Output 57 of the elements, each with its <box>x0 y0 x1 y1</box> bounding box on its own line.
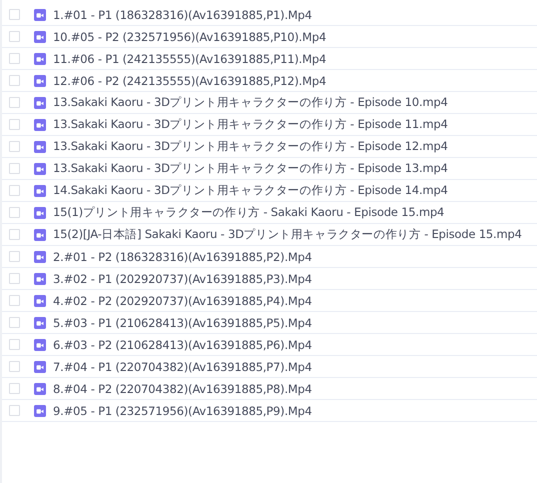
video-file-icon <box>34 404 46 416</box>
checkbox[interactable] <box>9 273 20 284</box>
file-name[interactable]: 13.Sakaki Kaoru - 3Dプリント用キャラクターの作り方 - Episode 10.mp4 <box>53 95 448 110</box>
file-name[interactable]: 11.#06 - P1 (242135555)(Av16391885,P11).Mp4 <box>53 52 326 66</box>
checkbox[interactable] <box>9 361 20 372</box>
video-file-icon <box>34 96 46 108</box>
checkbox[interactable] <box>9 207 20 218</box>
video-file-icon <box>34 118 46 130</box>
video-file-icon <box>34 30 46 42</box>
checkbox[interactable] <box>9 119 20 130</box>
file-name[interactable]: 4.#02 - P2 (202920737)(Av16391885,P4).Mp4 <box>53 294 312 308</box>
file-name[interactable]: 13.Sakaki Kaoru - 3Dプリント用キャラクターの作り方 - Episode 12.mp4 <box>53 139 448 154</box>
video-file-icon <box>34 316 46 328</box>
video-file-icon <box>34 360 46 372</box>
video-file-icon <box>34 228 46 240</box>
video-file-icon <box>34 8 46 20</box>
video-file-icon <box>34 206 46 218</box>
file-name[interactable]: 15(2)[JA-日本語] Sakaki Kaoru - 3Dプリント用キャラクターの作り方 - Episode 15.mp4 <box>53 227 522 242</box>
file-name[interactable]: 9.#05 - P1 (232571956)(Av16391885,P9).Mp4 <box>53 404 312 418</box>
video-file-icon <box>34 74 46 86</box>
checkbox[interactable] <box>9 53 20 64</box>
checkbox[interactable] <box>9 163 20 174</box>
checkbox[interactable] <box>9 97 20 108</box>
checkbox[interactable] <box>9 31 20 42</box>
video-file-icon <box>34 272 46 284</box>
file-name[interactable]: 8.#04 - P2 (220704382)(Av16391885,P8).Mp4 <box>53 382 312 396</box>
file-name[interactable]: 3.#02 - P1 (202920737)(Av16391885,P3).Mp4 <box>53 272 312 286</box>
checkbox[interactable] <box>9 405 20 416</box>
file-name[interactable]: 7.#04 - P1 (220704382)(Av16391885,P7).Mp4 <box>53 360 312 374</box>
checkbox[interactable] <box>9 229 20 240</box>
checkbox[interactable] <box>9 295 20 306</box>
checkbox[interactable] <box>9 185 20 196</box>
video-file-icon <box>34 294 46 306</box>
file-name[interactable]: 15(1)プリント用キャラクターの作り方 - Sakaki Kaoru - Episode 15.mp4 <box>53 205 444 220</box>
checkbox[interactable] <box>9 75 20 86</box>
file-name[interactable]: 6.#03 - P2 (210628413)(Av16391885,P6).Mp4 <box>53 338 312 352</box>
file-name[interactable]: 5.#03 - P1 (210628413)(Av16391885,P5).Mp4 <box>53 316 312 330</box>
checkbox[interactable] <box>9 9 20 20</box>
video-file-icon <box>34 140 46 152</box>
checkbox[interactable] <box>9 141 20 152</box>
checkbox[interactable] <box>9 317 20 328</box>
file-name[interactable]: 13.Sakaki Kaoru - 3Dプリント用キャラクターの作り方 - Episode 13.mp4 <box>53 161 448 176</box>
checkbox[interactable] <box>9 383 20 394</box>
file-name[interactable]: 13.Sakaki Kaoru - 3Dプリント用キャラクターの作り方 - Episode 11.mp4 <box>53 117 448 132</box>
video-file-icon <box>34 162 46 174</box>
video-file-icon <box>34 52 46 64</box>
file-name[interactable]: 2.#01 - P2 (186328316)(Av16391885,P2).Mp4 <box>53 250 312 264</box>
video-file-icon <box>34 184 46 196</box>
file-name[interactable]: 1.#01 - P1 (186328316)(Av16391885,P1).Mp4 <box>53 8 312 22</box>
checkbox[interactable] <box>9 339 20 350</box>
file-name[interactable]: 12.#06 - P2 (242135555)(Av16391885,P12).Mp4 <box>53 74 326 88</box>
file-name[interactable]: 10.#05 - P2 (232571956)(Av16391885,P10).Mp4 <box>53 30 326 44</box>
file-name[interactable]: 14.Sakaki Kaoru - 3Dプリント用キャラクターの作り方 - Episode 14.mp4 <box>53 183 448 198</box>
video-file-icon <box>34 338 46 350</box>
video-file-icon <box>34 382 46 394</box>
checkbox[interactable] <box>9 251 20 262</box>
video-file-icon <box>34 250 46 262</box>
